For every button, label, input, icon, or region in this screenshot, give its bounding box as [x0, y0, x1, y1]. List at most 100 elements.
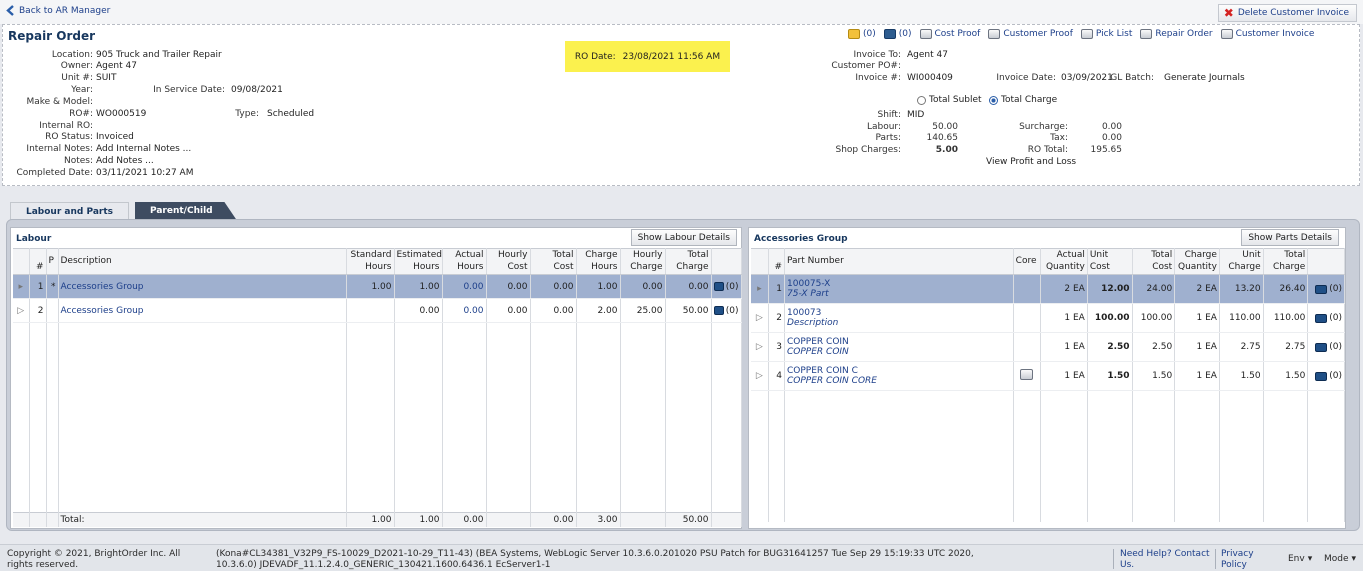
- customer-proof-link[interactable]: Customer Proof: [988, 29, 1073, 39]
- ro-status-label: RO Status:: [45, 132, 93, 142]
- location-value: 905 Truck and Trailer Repair: [96, 50, 222, 60]
- tab-parent-child[interactable]: Parent/Child: [135, 202, 237, 220]
- labour-row-description[interactable]: Accessories Group: [58, 298, 347, 323]
- accessories-table: # Part Number Core Actual Quantity Unit …: [751, 248, 1345, 522]
- year-label: Year:: [71, 85, 93, 95]
- total-charge-option[interactable]: Total Charge: [989, 95, 1057, 105]
- acc-col-total-cost[interactable]: Total Cost: [1132, 248, 1176, 275]
- acc-col-unit-charge[interactable]: Unit Charge: [1219, 248, 1264, 275]
- acc-row-core[interactable]: [1013, 361, 1042, 391]
- total-sublet-option[interactable]: Total Sublet: [917, 95, 982, 105]
- acc-row-number: 4: [768, 361, 786, 391]
- tax-label: Tax:: [1050, 133, 1068, 143]
- copyright-text: Copyright © 2021, BrightOrder Inc. All r…: [7, 549, 181, 570]
- labour-row-charge-hours: 1.00: [576, 274, 621, 299]
- printer-icon: [1140, 29, 1153, 39]
- mode-menu[interactable]: Mode ▾: [1324, 554, 1356, 565]
- acc-col-core[interactable]: Core: [1013, 248, 1042, 275]
- cost-proof-link[interactable]: Cost Proof: [919, 29, 980, 39]
- messages-count: (0): [863, 29, 876, 39]
- accessories-row[interactable]: ▷ 3 COPPER COIN COPPER COIN 1 EA 2.50 2.5…: [751, 332, 1345, 362]
- acc-row-photos[interactable]: (0): [1307, 332, 1345, 362]
- delete-customer-invoice-button[interactable]: ✖ Delete Customer Invoice: [1217, 4, 1357, 22]
- make-model-label: Make & Model:: [26, 97, 93, 107]
- tab-labour-and-parts[interactable]: Labour and Parts: [10, 202, 129, 220]
- add-notes-link[interactable]: Add Notes ...: [96, 156, 154, 166]
- acc-row-photos[interactable]: (0): [1307, 303, 1345, 333]
- row-expander-icon[interactable]: ▷: [751, 332, 769, 362]
- accessories-panel-title: Accessories Group: [754, 234, 848, 244]
- labour-row[interactable]: ▸ 1 * Accessories Group 1.00 1.00 0.00 0…: [13, 274, 742, 299]
- camera-icon: [713, 282, 724, 291]
- need-help-link[interactable]: Need Help? Contact Us.: [1120, 549, 1212, 571]
- row-expander-icon[interactable]: ▷: [751, 303, 769, 333]
- row-expander-icon[interactable]: ▸: [751, 274, 769, 304]
- acc-col-part-number[interactable]: Part Number: [784, 248, 1014, 275]
- acc-row-photos[interactable]: (0): [1307, 274, 1345, 304]
- accessories-row[interactable]: ▷ 4 COPPER COIN C COPPER COIN CORE 1 EA 1…: [751, 361, 1345, 391]
- total-sublet-radio[interactable]: [917, 95, 926, 105]
- tab-bar: Labour and Parts Parent/Child: [10, 202, 237, 220]
- acc-row-description: COPPER COIN: [787, 347, 849, 357]
- show-parts-details-button[interactable]: Show Parts Details: [1241, 229, 1339, 246]
- labour-row-hourly-cost: 0.00: [486, 274, 531, 299]
- labour-col-standard-hours[interactable]: Standard Hours: [346, 248, 395, 275]
- accessories-row[interactable]: ▷ 2 100073 Description 1 EA 100.00 100.00…: [751, 303, 1345, 333]
- add-internal-notes-link[interactable]: Add Internal Notes ...: [96, 144, 191, 154]
- privacy-policy-link[interactable]: Privacy Policy: [1221, 549, 1269, 571]
- labour-col-total-charge[interactable]: Total Charge: [665, 248, 712, 275]
- acc-row-unit-cost: 100.00: [1087, 303, 1133, 333]
- labour-col-actual-hours[interactable]: Actual Hours: [442, 248, 487, 275]
- repair-order-link[interactable]: Repair Order: [1140, 29, 1213, 39]
- invoice-date-label: Invoice Date:: [996, 73, 1056, 83]
- acc-row-part-number[interactable]: 100073: [787, 308, 821, 318]
- labour-col-hourly-charge[interactable]: Hourly Charge: [620, 248, 666, 275]
- acc-col-total-charge[interactable]: Total Charge: [1263, 248, 1309, 275]
- customer-invoice-link[interactable]: Customer Invoice: [1220, 29, 1314, 39]
- acc-row-charge-quantity: 2 EA: [1174, 274, 1220, 304]
- acc-col-actual-quantity[interactable]: Actual Quantity: [1040, 248, 1088, 275]
- total-charge-radio[interactable]: [989, 95, 998, 105]
- labour-row-standard-hours: 1.00: [346, 274, 395, 299]
- messages-action[interactable]: (0): [848, 29, 876, 39]
- labour-row-description[interactable]: Accessories Group: [58, 274, 347, 299]
- show-labour-details-button[interactable]: Show Labour Details: [630, 229, 737, 246]
- env-menu[interactable]: Env ▾: [1288, 554, 1312, 565]
- accessories-row[interactable]: ▸ 1 100075-X 75-X Part 2 EA 12.00 24.00 2…: [751, 274, 1345, 304]
- labour-header-row: # P Description Standard Hours Estimated…: [13, 248, 742, 275]
- labour-col-total-cost[interactable]: Total Cost: [530, 248, 577, 275]
- footer: Copyright © 2021, BrightOrder Inc. All r…: [0, 544, 1363, 571]
- acc-row-part-number[interactable]: 100075-X: [787, 279, 830, 289]
- labour-col-hourly-cost[interactable]: Hourly Cost: [486, 248, 531, 275]
- back-to-ar-manager-link[interactable]: Back to AR Manager: [6, 5, 110, 16]
- acc-col-charge-quantity[interactable]: Charge Quantity: [1174, 248, 1220, 275]
- labour-row-total-charge: 0.00: [665, 274, 712, 299]
- labour-col-description[interactable]: Description: [58, 248, 347, 275]
- acc-row-total-cost: 100.00: [1132, 303, 1176, 333]
- labour-col-estimated-hours[interactable]: Estimated Hours: [394, 248, 443, 275]
- acc-row-part-number[interactable]: COPPER COIN C: [787, 366, 858, 376]
- labour-col-charge-hours[interactable]: Charge Hours: [576, 248, 621, 275]
- unit-label: Unit #:: [61, 73, 93, 83]
- labour-panel-title: Labour: [16, 234, 52, 244]
- tax-value: 0.00: [1101, 133, 1122, 143]
- labour-row[interactable]: ▷ 2 Accessories Group 0.00 0.00 0.00 0.0…: [13, 298, 742, 323]
- acc-col-unit-cost[interactable]: Unit Cost: [1087, 248, 1133, 275]
- pick-list-link[interactable]: Pick List: [1080, 29, 1132, 39]
- acc-row-unit-cost: 1.50: [1087, 361, 1133, 391]
- acc-row-core: [1013, 303, 1042, 333]
- view-profit-loss-link[interactable]: View Profit and Loss: [986, 157, 1076, 167]
- photo-count: (0): [1329, 342, 1342, 352]
- generate-journals-link[interactable]: Generate Journals: [1164, 73, 1245, 83]
- labour-row-photos[interactable]: (0): [711, 298, 742, 323]
- acc-row-total-charge: 110.00: [1263, 303, 1309, 333]
- labour-row-photos[interactable]: (0): [711, 274, 742, 299]
- row-expander-icon[interactable]: ▸: [13, 274, 30, 299]
- photos-action[interactable]: (0): [883, 29, 912, 39]
- acc-row-total-cost: 2.50: [1132, 332, 1176, 362]
- acc-row-part-number[interactable]: COPPER COIN: [787, 337, 849, 347]
- row-expander-icon[interactable]: ▷: [13, 298, 30, 323]
- acc-row-photos[interactable]: (0): [1307, 361, 1345, 391]
- total-charge-label: Total Charge: [1001, 95, 1058, 105]
- row-expander-icon[interactable]: ▷: [751, 361, 769, 391]
